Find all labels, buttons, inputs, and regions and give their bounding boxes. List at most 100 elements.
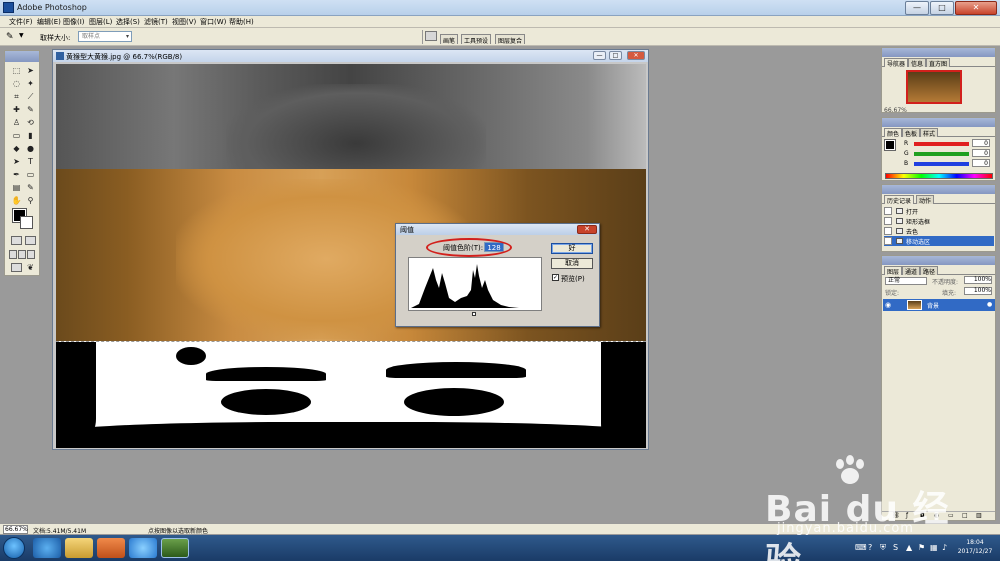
adjustment-layer-icon[interactable]: ◐ [934, 512, 939, 519]
tray-volume-icon[interactable]: ♪ [942, 543, 947, 552]
navigator-thumbnail[interactable] [906, 70, 962, 104]
tab-paths[interactable]: 路径 [920, 266, 939, 276]
photoshop-taskbar-icon[interactable] [161, 538, 189, 558]
history-brush-source-box[interactable] [884, 207, 892, 215]
dialog-title-bar[interactable]: 阈值 ✕ [396, 224, 599, 235]
tab-layer-comps[interactable]: 图层复合 [495, 34, 526, 45]
gradient-tool-icon[interactable]: ▮ [25, 131, 36, 141]
history-brush-source-box[interactable] [884, 237, 892, 245]
blue-value[interactable]: 0 [972, 159, 990, 167]
zoom-tool-icon[interactable]: ⚲ [25, 196, 36, 206]
media-player-icon[interactable] [97, 538, 125, 558]
crop-tool-icon[interactable]: ⌗ [11, 92, 22, 102]
history-item[interactable]: 去色 [884, 226, 994, 236]
sogou-browser-icon[interactable] [129, 538, 157, 558]
doc-close-button[interactable]: ✕ [627, 51, 645, 60]
type-tool-icon[interactable]: T [25, 157, 36, 167]
tab-layers[interactable]: 图层 [884, 266, 903, 276]
new-layer-icon[interactable]: □ [962, 512, 968, 519]
brush-tool-icon[interactable]: ✎ [25, 105, 36, 115]
move-tool-icon[interactable]: ➤ [25, 66, 36, 76]
document-title-bar[interactable]: 黄猴型大黄猴.jpg @ 66.7%(RGB/8) — □ ✕ [53, 50, 648, 62]
red-slider[interactable] [914, 142, 969, 146]
blend-mode-select[interactable]: 正常 [885, 277, 927, 285]
fill-input[interactable]: 100% [964, 287, 992, 295]
menu-file[interactable]: 文件(F) [9, 17, 33, 27]
tab-info[interactable]: 信息 [908, 58, 927, 68]
blue-slider[interactable] [914, 162, 969, 166]
close-button[interactable]: ✕ [955, 1, 997, 15]
menu-filter[interactable]: 滤镜(T) [144, 17, 168, 27]
healing-brush-icon[interactable]: ✚ [11, 105, 22, 115]
tab-styles[interactable]: 样式 [920, 128, 939, 138]
tab-brushes[interactable]: 画笔 [440, 34, 459, 45]
cancel-button[interactable]: 取消 [551, 258, 593, 269]
green-value[interactable]: 0 [972, 149, 990, 157]
system-clock[interactable]: 18:04 2017/12/27 [955, 538, 995, 556]
eyedropper-tool-icon[interactable]: ✎ [25, 183, 36, 193]
lasso-tool-icon[interactable]: ◌ [11, 79, 22, 89]
history-item[interactable]: 矩形选框 [884, 216, 994, 226]
tray-arrow-icon[interactable]: ▲ [906, 543, 912, 552]
history-brush-icon[interactable]: ⟲ [25, 118, 36, 128]
status-zoom-input[interactable]: 66.67% [3, 525, 28, 534]
file-explorer-icon[interactable] [65, 538, 93, 558]
trash-icon[interactable]: ▥ [976, 512, 982, 519]
tray-keyboard-icon[interactable]: ⌨ [855, 543, 867, 552]
hand-tool-icon[interactable]: ✋ [11, 196, 22, 206]
tray-input-method-icon[interactable]: S [893, 543, 898, 552]
slice-tool-icon[interactable]: ⟋ [25, 92, 36, 102]
clone-stamp-icon[interactable]: ♙ [11, 118, 22, 128]
jump-to-imageready-icon[interactable] [11, 263, 22, 272]
status-doc-size[interactable]: 文档:5.41M/5.41M [33, 526, 86, 535]
eyedropper-icon[interactable]: ✎ [6, 32, 18, 42]
shape-tool-icon[interactable]: ▭ [25, 170, 36, 180]
tab-color[interactable]: 颜色 [884, 128, 903, 138]
tray-shield-icon[interactable]: ⛨ [880, 543, 886, 553]
history-brush-source-box[interactable] [884, 217, 892, 225]
color-spectrum-ramp[interactable] [885, 173, 993, 179]
panel-header[interactable] [882, 185, 995, 194]
tray-help-icon[interactable]: ? [868, 543, 872, 552]
internet-explorer-icon[interactable] [33, 538, 61, 558]
path-selection-icon[interactable]: ➤ [11, 157, 22, 167]
layer-mask-icon[interactable]: ◘ [920, 512, 925, 519]
eraser-tool-icon[interactable]: ▭ [11, 131, 22, 141]
opacity-input[interactable]: 100% [964, 276, 992, 284]
dodge-tool-icon[interactable]: ● [25, 144, 36, 154]
pen-tool-icon[interactable]: ✒ [11, 170, 22, 180]
tray-flag-icon[interactable]: ⚑ [918, 543, 925, 552]
minimize-button[interactable]: — [905, 1, 929, 15]
menu-edit[interactable]: 编辑(E) [37, 17, 61, 27]
menu-window[interactable]: 窗口(W) [200, 17, 226, 27]
layer-style-icon[interactable]: ƒ [906, 512, 908, 519]
panel-header[interactable] [882, 118, 995, 127]
tab-swatches[interactable]: 色板 [902, 128, 921, 138]
maximize-button[interactable]: □ [930, 1, 954, 15]
history-brush-source-box[interactable] [884, 227, 892, 235]
standard-mode-icon[interactable] [11, 236, 22, 245]
tab-histogram[interactable]: 直方图 [926, 58, 951, 68]
menu-select[interactable]: 选择(S) [116, 17, 140, 27]
menu-help[interactable]: 帮助(H) [229, 17, 254, 27]
notes-tool-icon[interactable]: ▤ [11, 183, 22, 193]
red-value[interactable]: 0 [972, 139, 990, 147]
history-item[interactable]: 打开 [884, 206, 994, 216]
background-color-swatch[interactable] [20, 216, 33, 229]
marquee-tool-icon[interactable]: ⬚ [11, 66, 22, 76]
panel-header[interactable] [882, 256, 995, 265]
layer-row-background[interactable]: ◉ 背景 ● [883, 299, 995, 311]
tray-network-icon[interactable]: ▦ [930, 543, 938, 552]
tab-actions[interactable]: 动作 [916, 195, 935, 205]
sample-size-select[interactable]: 取样点 ▾ [78, 31, 132, 42]
start-button[interactable] [3, 537, 25, 559]
history-item-active[interactable]: 移动选区 [884, 236, 994, 246]
file-browser-icon[interactable] [425, 31, 437, 41]
tab-channels[interactable]: 通道 [902, 266, 921, 276]
link-layers-icon[interactable]: ⛓ [892, 512, 900, 519]
menu-layer[interactable]: 图层(L) [89, 17, 112, 27]
screen-mode-standard-icon[interactable] [9, 250, 17, 259]
tab-tool-presets[interactable]: 工具预设 [461, 34, 492, 45]
new-group-icon[interactable]: ▭ [948, 512, 954, 519]
doc-maximize-button[interactable]: □ [609, 51, 622, 60]
